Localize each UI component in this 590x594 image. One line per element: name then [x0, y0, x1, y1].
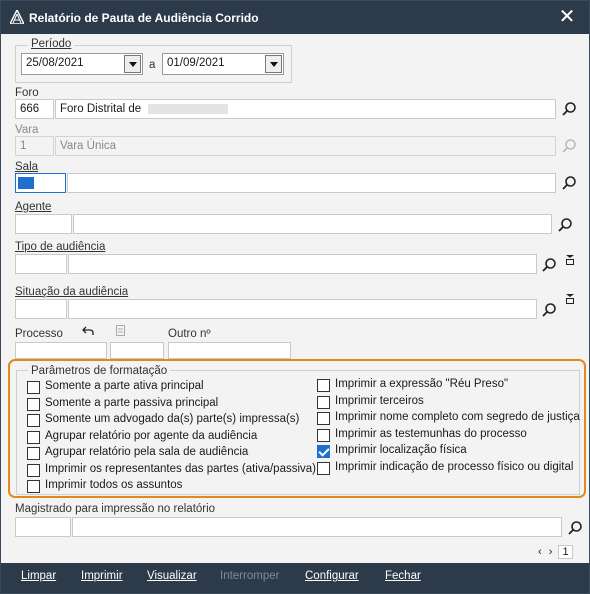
checkbox-checked-icon[interactable]	[317, 445, 330, 458]
vara-name-field: Vara Única	[55, 136, 556, 156]
format-option-label: Imprimir todos os assuntos	[45, 479, 183, 491]
format-option-label: Imprimir terceiros	[335, 394, 424, 407]
end-date-picker[interactable]: 01/09/2021	[162, 53, 284, 75]
start-date-value: 25/08/2021	[26, 57, 84, 69]
format-option-label: Somente a parte ativa principal	[45, 380, 204, 392]
date-separator: a	[149, 59, 156, 71]
agente-name-field[interactable]	[73, 214, 552, 234]
situacao-name-field[interactable]	[68, 299, 537, 319]
vara-code-field: 1	[15, 136, 54, 156]
search-icon[interactable]	[541, 257, 557, 273]
checkbox-icon[interactable]	[317, 428, 330, 442]
checkbox-icon[interactable]	[27, 463, 40, 477]
search-icon[interactable]	[541, 302, 557, 318]
app-logo-icon	[10, 10, 24, 24]
action-bar: Limpar Imprimir Visualizar Interromper C…	[1, 563, 589, 593]
redacted-text	[148, 103, 229, 114]
sala-name-field[interactable]	[67, 173, 556, 193]
undo-icon[interactable]	[82, 326, 94, 336]
checkbox-icon[interactable]	[27, 430, 40, 444]
visualizar-button[interactable]: Visualizar	[147, 570, 197, 582]
search-icon[interactable]	[557, 217, 573, 233]
format-option-label: Imprimir a expressão "Réu Preso"	[335, 378, 509, 390]
situacao-code-field[interactable]	[15, 299, 67, 319]
foro-name-value: Foro Distrital de	[60, 103, 142, 115]
report-dialog: Relatório de Pauta de Audiência Corrido …	[0, 0, 590, 594]
checkbox-icon[interactable]	[27, 480, 40, 493]
foro-name-field[interactable]: Foro Distrital de	[55, 99, 556, 119]
format-option-label: Imprimir localização física	[335, 444, 467, 456]
imprimir-button[interactable]: Imprimir	[81, 570, 123, 582]
format-option-label: Imprimir os representantes das partes (a…	[45, 462, 316, 475]
vara-label: Vara	[15, 124, 39, 136]
chevron-down-icon[interactable]	[265, 55, 282, 73]
magistrado-label: Magistrado para impressão no relatório	[15, 503, 216, 515]
format-option-label: Imprimir indicação de processo físico ou…	[335, 460, 574, 473]
format-option-label: Imprimir nome completo com segredo de ju…	[335, 411, 580, 423]
checkbox-icon[interactable]	[27, 381, 40, 394]
format-option-label: Somente a parte passiva principal	[45, 396, 219, 409]
foro-label: Foro	[15, 87, 39, 99]
close-icon[interactable]: ✕	[554, 5, 580, 29]
page-number: 1	[558, 545, 573, 559]
format-option-label: Agrupar relatório pela sala de audiência	[45, 446, 249, 458]
start-date-picker[interactable]: 25/08/2021	[21, 53, 143, 75]
tipo-code-field[interactable]	[15, 254, 67, 274]
processo-foro-field[interactable]	[110, 342, 164, 359]
fechar-button[interactable]: Fechar	[385, 570, 421, 582]
processo-number-field[interactable]	[15, 342, 107, 359]
foro-code-field[interactable]: 666	[15, 99, 54, 119]
filter-toggle-icon[interactable]	[566, 294, 574, 304]
processo-label: Processo	[15, 328, 63, 340]
filter-toggle-icon[interactable]	[566, 255, 574, 265]
tipo-label: Tipo de audiência	[15, 241, 106, 253]
formatting-legend: Parâmetros de formatação	[28, 365, 171, 377]
tipo-name-field[interactable]	[68, 254, 537, 274]
chevron-down-icon[interactable]	[124, 55, 141, 73]
agente-code-field[interactable]	[15, 214, 72, 234]
checkbox-icon[interactable]	[27, 447, 40, 460]
format-option-label: Agrupar relatório por agente da audiênci…	[45, 429, 258, 442]
checkbox-icon[interactable]	[317, 412, 330, 425]
outro-numero-field[interactable]	[168, 342, 291, 359]
checkbox-icon[interactable]	[27, 414, 40, 427]
window-title: Relatório de Pauta de Audiência Corrido	[29, 11, 259, 25]
pager: ‹ › 1	[538, 545, 573, 559]
checkbox-icon[interactable]	[27, 397, 40, 411]
checkbox-icon[interactable]	[317, 461, 330, 475]
checkbox-icon[interactable]	[317, 395, 330, 409]
situacao-label: Situação da audiência	[15, 286, 129, 298]
outro-numero-label: Outro nº	[168, 328, 211, 340]
calendar-icon	[116, 325, 125, 336]
search-icon[interactable]	[567, 520, 583, 536]
periodo-label: Período	[28, 38, 75, 50]
end-date-value: 01/09/2021	[167, 57, 225, 69]
format-option-label: Somente um advogado da(s) parte(s) impre…	[45, 413, 300, 425]
next-page-icon[interactable]: ›	[549, 546, 553, 558]
search-icon	[562, 139, 576, 153]
search-icon[interactable]	[561, 175, 577, 191]
checkbox-icon[interactable]	[317, 379, 330, 392]
title-bar: Relatório de Pauta de Audiência Corrido …	[1, 1, 589, 34]
magistrado-code-field[interactable]	[15, 517, 71, 537]
limpar-button[interactable]: Limpar	[21, 570, 56, 582]
search-icon[interactable]	[561, 101, 577, 117]
prev-page-icon[interactable]: ‹	[538, 546, 542, 558]
agente-label: Agente	[15, 201, 52, 213]
format-option-label: Imprimir as testemunhas do processo	[335, 427, 527, 440]
sala-label: Sala	[15, 161, 39, 173]
sala-code-field[interactable]	[15, 173, 66, 193]
interromper-button: Interromper	[220, 570, 280, 582]
magistrado-name-field[interactable]	[72, 517, 562, 537]
selection-highlight	[18, 177, 34, 189]
configurar-button[interactable]: Configurar	[305, 570, 359, 582]
